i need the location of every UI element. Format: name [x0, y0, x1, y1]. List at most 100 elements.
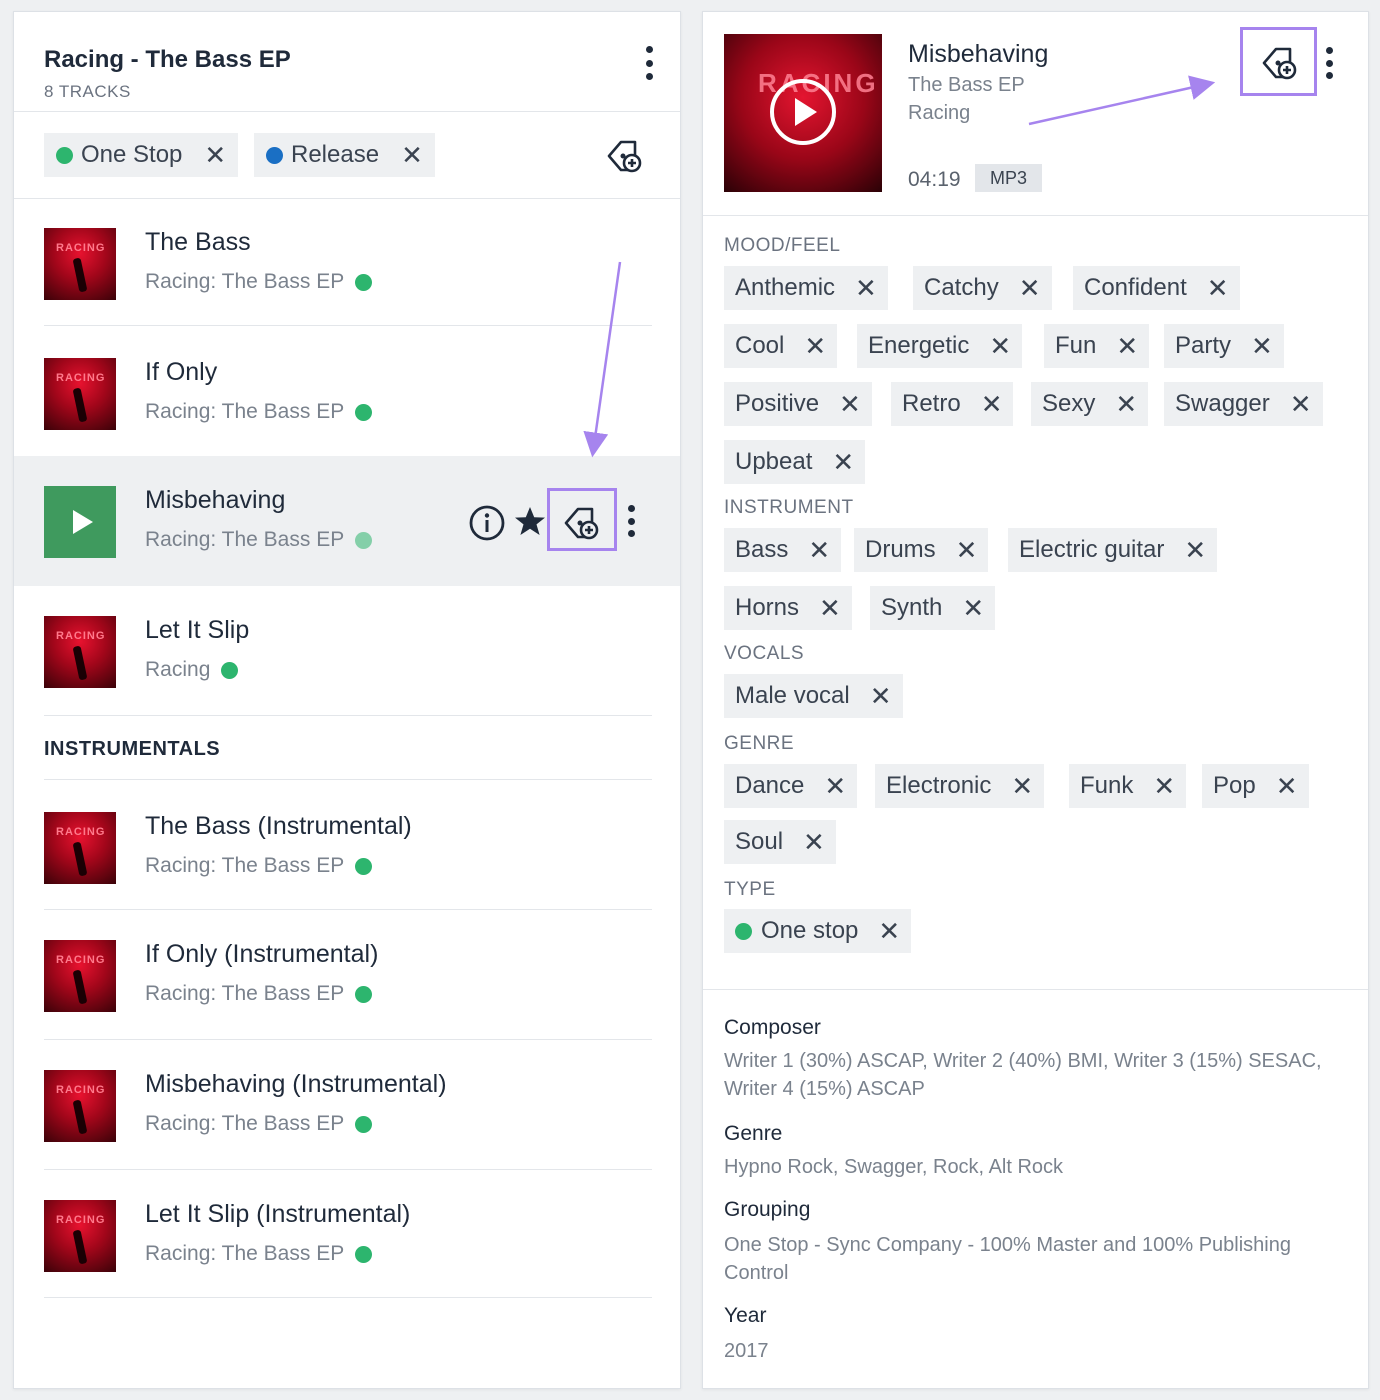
remove-tag-icon[interactable]: ✕ [839, 391, 861, 417]
remove-filter-icon[interactable]: ✕ [401, 142, 423, 168]
remove-tag-icon[interactable]: ✕ [1153, 773, 1175, 799]
filter-chip-release: Release ✕ [254, 133, 435, 177]
info-icon[interactable] [468, 504, 506, 542]
track-row[interactable]: RACING The Bass Racing: The Bass EP [14, 198, 680, 328]
play-button[interactable] [44, 486, 116, 558]
tag-chip: Soul ✕ [724, 820, 836, 864]
remove-tag-icon[interactable]: ✕ [855, 275, 877, 301]
tag-chip: Retro ✕ [891, 382, 1014, 426]
track-title: Misbehaving (Instrumental) [145, 1070, 447, 1098]
tag-chip: Electric guitar ✕ [1008, 528, 1218, 572]
star-icon[interactable] [513, 505, 547, 539]
track-more-menu-icon[interactable] [621, 505, 641, 537]
highlight-box [1240, 27, 1317, 96]
remove-tag-icon[interactable]: ✕ [1251, 333, 1273, 359]
playlist-header: Racing - The Bass EP 8 TRACKS [14, 12, 680, 112]
tag-chip: Swagger ✕ [1164, 382, 1323, 426]
track-row[interactable]: RACING If Only Racing: The Bass EP [14, 328, 680, 458]
remove-tag-icon[interactable]: ✕ [808, 537, 830, 563]
remove-tag-icon[interactable]: ✕ [824, 773, 846, 799]
green-dot-icon [735, 922, 752, 940]
tag-chip: Upbeat ✕ [724, 440, 866, 484]
track-detail-panel: RACING Misbehaving The Bass EP Racing 04… [702, 11, 1369, 1389]
highlight-box [547, 488, 617, 551]
track-row[interactable]: RACING Misbehaving (Instrumental) Racing… [14, 1040, 680, 1170]
filter-bar: One Stop ✕ Release ✕ [14, 113, 680, 199]
remove-tag-icon[interactable]: ✕ [1207, 275, 1229, 301]
tag-chip: Sexy ✕ [1031, 382, 1149, 426]
track-row[interactable]: RACING If Only (Instrumental) Racing: Th… [14, 910, 680, 1040]
tag-label: Fun [1055, 332, 1097, 359]
track-row[interactable]: RACING Let It Slip Racing [14, 586, 680, 716]
green-dot-icon [56, 146, 73, 164]
tag-label: Drums [865, 536, 936, 563]
track-album: Racing [145, 658, 211, 681]
tag-group-label: GENRE [724, 733, 795, 754]
album-art-text: RACING [56, 1214, 106, 1226]
cover-art: RACING [724, 34, 882, 192]
tag-label: Confident [1084, 274, 1187, 301]
remove-tag-icon[interactable]: ✕ [878, 918, 900, 944]
album-art-text: RACING [56, 826, 106, 838]
tag-label: Positive [735, 390, 820, 417]
play-icon [795, 98, 817, 126]
status-dot-icon [221, 661, 239, 679]
section-heading: INSTRUMENTALS [44, 738, 221, 760]
playlist-title: Racing - The Bass EP [44, 46, 291, 73]
remove-tag-icon[interactable]: ✕ [1115, 391, 1137, 417]
remove-tag-icon[interactable]: ✕ [1290, 391, 1312, 417]
remove-tag-icon[interactable]: ✕ [819, 595, 841, 621]
track-subtitle: Racing: The Bass EP [145, 400, 373, 424]
remove-tag-icon[interactable]: ✕ [1184, 537, 1206, 563]
track-subtitle: Racing [145, 658, 239, 682]
remove-tag-icon[interactable]: ✕ [803, 829, 825, 855]
tag-label: Dance [735, 772, 805, 799]
track-more-menu-icon[interactable] [1319, 47, 1339, 79]
remove-tag-icon[interactable]: ✕ [1276, 773, 1298, 799]
remove-tag-icon[interactable]: ✕ [1019, 275, 1041, 301]
track-subtitle: Racing: The Bass EP [145, 854, 373, 878]
album-art-text: RACING [56, 372, 106, 384]
filter-chip-label: Release [291, 141, 380, 168]
remove-tag-icon[interactable]: ✕ [981, 391, 1003, 417]
remove-tag-icon[interactable]: ✕ [832, 449, 854, 475]
tag-chip: Drums ✕ [854, 528, 989, 572]
play-button[interactable] [770, 79, 836, 145]
remove-tag-icon[interactable]: ✕ [870, 683, 892, 709]
album-art: RACING [44, 1200, 116, 1272]
remove-tag-icon[interactable]: ✕ [1011, 773, 1033, 799]
meta-label-genre: Genre [724, 1122, 783, 1145]
tag-chip: Funk ✕ [1069, 764, 1187, 808]
tag-chip: Positive ✕ [724, 382, 872, 426]
album-art-text: RACING [56, 630, 106, 642]
tag-chip: Anthemic ✕ [724, 266, 888, 310]
track-title: The Bass (Instrumental) [145, 812, 412, 840]
tag-label: Retro [902, 390, 961, 417]
track-row[interactable]: RACING The Bass (Instrumental) Racing: T… [14, 782, 680, 912]
status-dot-icon [355, 1245, 373, 1263]
track-row[interactable]: RACING Let It Slip (Instrumental) Racing… [14, 1170, 680, 1300]
meta-value-composer: Writer 1 (30%) ASCAP, Writer 2 (40%) BMI… [724, 1050, 1322, 1100]
tag-label: Pop [1213, 772, 1256, 799]
tag-chip: Catchy ✕ [913, 266, 1052, 310]
album-art: RACING [44, 812, 116, 884]
playlist-more-menu-icon[interactable] [639, 46, 659, 80]
track-subtitle: Racing: The Bass EP [145, 982, 373, 1006]
status-dot-icon [355, 531, 373, 549]
remove-tag-icon[interactable]: ✕ [956, 537, 978, 563]
remove-tag-icon[interactable]: ✕ [989, 333, 1011, 359]
add-tag-icon[interactable] [603, 136, 643, 176]
tag-label: Male vocal [735, 682, 850, 709]
remove-tag-icon[interactable]: ✕ [804, 333, 826, 359]
tag-label: Synth [881, 594, 943, 621]
remove-tag-icon[interactable]: ✕ [1116, 333, 1138, 359]
album-art: RACING [44, 228, 116, 300]
tag-chip: Horns ✕ [724, 586, 852, 630]
track-album: Racing: The Bass EP [145, 1112, 345, 1135]
meta-label-year: Year [724, 1304, 767, 1327]
artist-name: Racing [908, 102, 971, 124]
track-detail-header: RACING Misbehaving The Bass EP Racing 04… [703, 12, 1368, 216]
remove-filter-icon[interactable]: ✕ [204, 142, 226, 168]
remove-tag-icon[interactable]: ✕ [962, 595, 984, 621]
tag-group-label: VOCALS [724, 643, 805, 664]
